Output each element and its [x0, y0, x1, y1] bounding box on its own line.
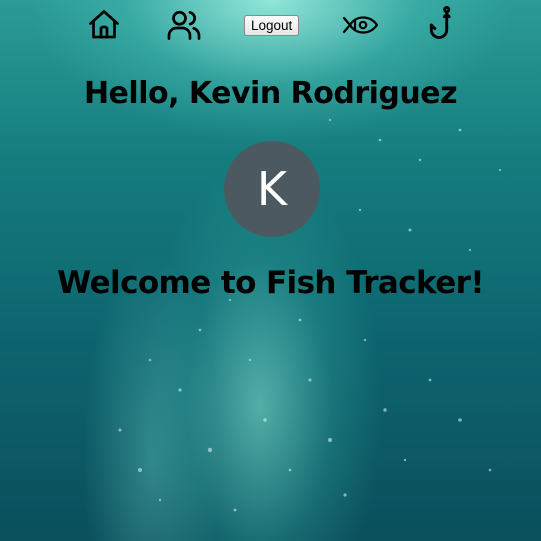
fish-icon [342, 16, 379, 34]
users-icon [167, 10, 201, 40]
greeting-heading: Hello, Kevin Rodriguez [83, 76, 458, 111]
avatar-initial: K [256, 162, 288, 216]
nav-home-button[interactable] [84, 6, 124, 44]
fishing-hook-icon [429, 6, 451, 39]
top-navigation: Logout [0, 0, 541, 50]
welcome-heading: Welcome to Fish Tracker! [57, 265, 484, 301]
nav-fishing-button[interactable] [422, 6, 462, 44]
home-icon [89, 10, 119, 39]
avatar: K [224, 141, 320, 237]
nav-fish-button[interactable] [340, 6, 380, 44]
nav-people-button[interactable] [164, 6, 204, 44]
logout-button[interactable]: Logout [244, 15, 300, 36]
